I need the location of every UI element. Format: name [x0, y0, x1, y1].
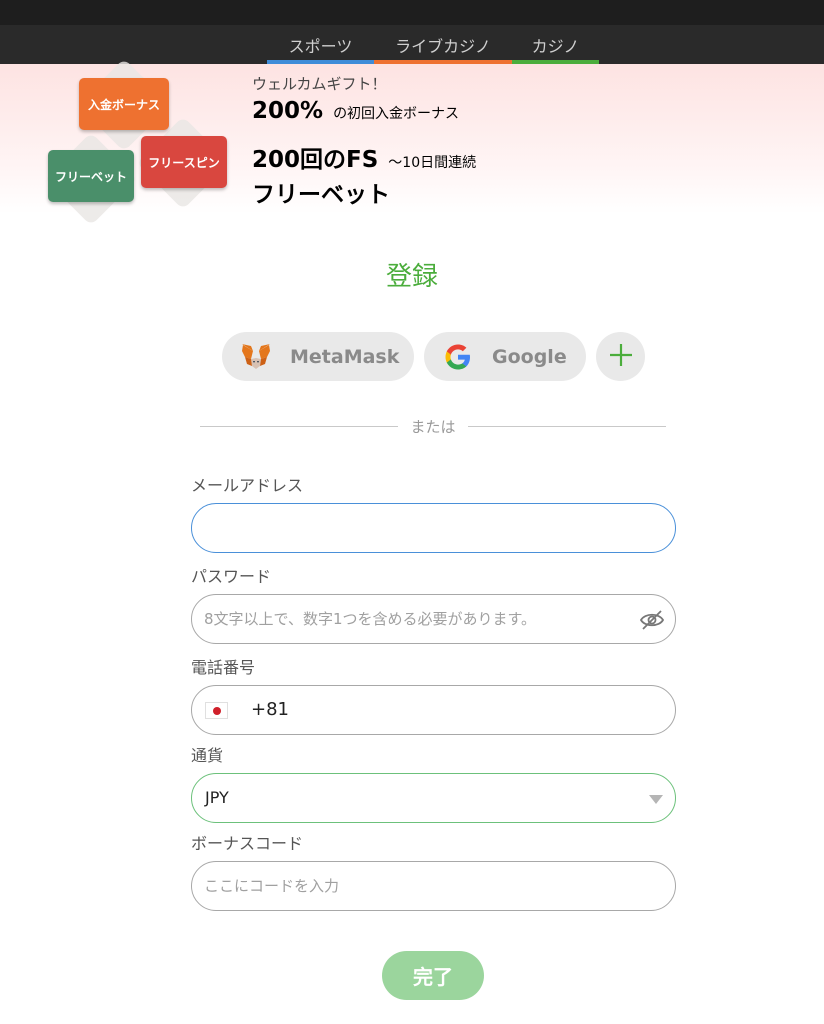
banner-line-2: 200回のFS ～10日間連続: [252, 140, 476, 174]
currency-value: JPY: [205, 788, 229, 807]
currency-label: 通貨: [191, 746, 224, 765]
chevron-down-icon: [649, 795, 663, 804]
banner-line-1-big: 200%: [252, 98, 324, 124]
banner-line-3-big: フリーベット: [252, 182, 390, 208]
bonus-code-label: ボーナスコード: [191, 834, 304, 853]
email-input[interactable]: [204, 504, 624, 552]
password-field[interactable]: [191, 594, 676, 644]
divider-left: [200, 426, 398, 427]
google-g-icon: [442, 341, 474, 373]
welcome-banner: 入金ボーナス フリースピン フリーベット ウェルカムギフト！ 200% の初回入金…: [0, 58, 824, 226]
tab-sports[interactable]: スポーツ: [267, 25, 374, 64]
banner-line-3: フリーベット: [252, 175, 390, 209]
status-bar: [0, 0, 824, 25]
password-input[interactable]: [204, 595, 624, 643]
metamask-fox-icon: [240, 341, 272, 373]
tab-live-casino-label: ライブカジノ: [395, 36, 491, 56]
phone-field[interactable]: +81: [191, 685, 676, 735]
currency-select[interactable]: JPY: [191, 773, 676, 823]
google-label: Google: [492, 345, 567, 368]
banner-line-2-small: ～10日間連続: [388, 155, 477, 171]
metamask-button[interactable]: MetaMask: [222, 332, 414, 381]
more-options-button[interactable]: [596, 332, 645, 381]
metamask-label: MetaMask: [290, 345, 400, 368]
phone-country-code: +81: [251, 699, 289, 720]
google-button[interactable]: Google: [424, 332, 586, 381]
submit-button[interactable]: 完了: [382, 951, 484, 1000]
japan-flag-icon[interactable]: [205, 702, 228, 719]
badge-deposit-bonus: 入金ボーナス: [79, 78, 169, 130]
email-label: メールアドレス: [191, 476, 304, 495]
or-separator: または: [410, 418, 456, 436]
eye-slash-icon[interactable]: [639, 608, 665, 632]
page-title: 登録: [385, 262, 438, 292]
banner-welcome: ウェルカムギフト！: [252, 75, 387, 93]
email-field[interactable]: [191, 503, 676, 553]
bonus-code-input[interactable]: [204, 862, 624, 910]
banner-line-1: 200% の初回入金ボーナス: [252, 98, 459, 124]
tab-casino[interactable]: カジノ: [512, 25, 599, 64]
banner-line-1-small: の初回入金ボーナス: [333, 106, 460, 122]
phone-label: 電話番号: [191, 658, 256, 677]
banner-line-2-big: 200回のFS: [252, 147, 379, 173]
bonus-code-field[interactable]: [191, 861, 676, 911]
badge-free-bet: フリーベット: [48, 150, 134, 202]
tab-casino-label: カジノ: [531, 36, 580, 56]
badge-free-spin: フリースピン: [141, 136, 227, 188]
top-nav: スポーツ ライブカジノ カジノ: [0, 25, 824, 64]
tab-sports-label: スポーツ: [288, 36, 353, 56]
plus-icon: [608, 342, 634, 372]
tab-live-casino[interactable]: ライブカジノ: [374, 25, 512, 64]
divider-right: [468, 426, 666, 427]
password-label: パスワード: [191, 567, 272, 586]
